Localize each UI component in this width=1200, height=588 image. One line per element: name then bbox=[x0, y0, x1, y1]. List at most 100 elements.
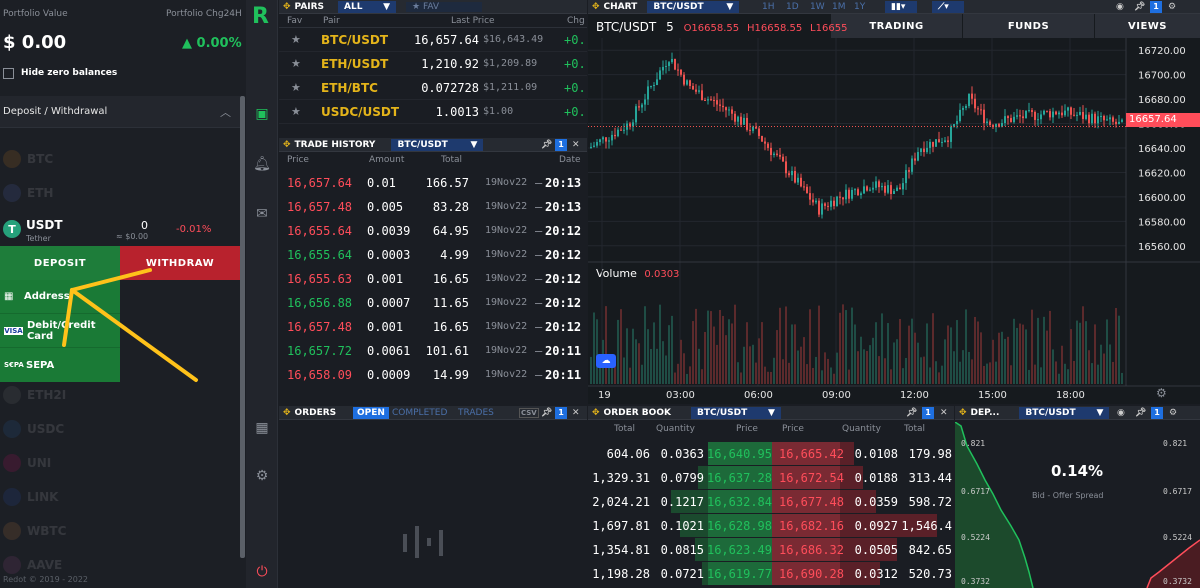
tab-trading[interactable]: TRADING bbox=[831, 14, 962, 38]
order-book-row[interactable]: 2,024.21 0.1217 16,632.84 16,677.48 0.0359 59… bbox=[588, 490, 954, 514]
tab-funds[interactable]: FUNDS bbox=[963, 14, 1094, 38]
pairs-row[interactable]: ★ BTC/USDT 16,657.64 $16,643.49 +0. bbox=[279, 28, 587, 52]
link-group-badge[interactable]: 1 bbox=[555, 406, 567, 419]
volume-bar bbox=[770, 371, 772, 384]
pin-icon[interactable]: 📌︎ bbox=[541, 408, 552, 418]
orders-tab-completed[interactable]: COMPLETED bbox=[392, 408, 447, 418]
gear-icon[interactable]: ⚙ bbox=[252, 466, 272, 486]
order-book-row[interactable]: 1,697.81 0.1021 16,628.98 16,682.16 0.0927 1,… bbox=[588, 514, 954, 538]
pin-icon[interactable]: 📌︎ bbox=[1135, 408, 1146, 418]
candle-body bbox=[920, 148, 922, 153]
order-book-row[interactable]: 1,354.81 0.0815 16,623.49 16,686.32 0.0505 84… bbox=[588, 538, 954, 562]
volume-bar bbox=[629, 367, 631, 384]
chart-settings-icon[interactable]: ⚙ bbox=[1156, 386, 1167, 400]
orders-tab-open[interactable]: OPEN bbox=[353, 406, 389, 419]
pairs-row[interactable]: ★ USDC/USDT 1.0013 $1.00 +0. bbox=[279, 100, 587, 124]
order-book-row[interactable]: 1,198.28 0.0721 16,619.77 16,690.28 0.0312 52… bbox=[588, 562, 954, 586]
pairs-fav-tab[interactable]: ★ FAV bbox=[406, 1, 483, 12]
settings-icon[interactable]: ⚙ bbox=[1168, 2, 1176, 12]
wallet-icon[interactable]: ▣ bbox=[252, 104, 272, 124]
pairs-row[interactable]: ★ ETH/BTC 0.072728 $1,211.09 +0. bbox=[279, 76, 587, 100]
close-icon[interactable]: ✕ bbox=[572, 140, 580, 150]
camera-icon[interactable]: ◉ bbox=[1117, 408, 1125, 418]
link-group-badge[interactable]: 1 bbox=[1150, 0, 1162, 13]
candle-body bbox=[971, 93, 973, 99]
interval-1y[interactable]: 1Y bbox=[854, 2, 865, 12]
logout-icon[interactable]: ⏻ bbox=[252, 562, 272, 582]
candle-body bbox=[803, 186, 805, 188]
dashboard-icon[interactable]: ▦ bbox=[252, 418, 272, 438]
star-icon[interactable]: ★ bbox=[291, 33, 301, 46]
candle-body bbox=[965, 105, 967, 108]
order-book-pair-select[interactable]: BTC/USDT ▼ bbox=[690, 406, 781, 419]
volume-bar bbox=[698, 348, 700, 384]
chart-pair-select[interactable]: BTC/USDT ▼ bbox=[647, 0, 740, 13]
trade-pair-select[interactable]: BTC/USDT ▼ bbox=[391, 138, 484, 151]
time-tick-label: 06:00 bbox=[744, 390, 773, 401]
candle-body bbox=[716, 100, 718, 105]
candle-body bbox=[911, 158, 913, 172]
trade-price: 16,657.72 bbox=[287, 344, 353, 358]
loading-icon bbox=[403, 526, 443, 558]
pairs-row[interactable]: ★ ETH/USDT 1,210.92 $1,209.89 +0. bbox=[279, 52, 587, 76]
star-icon[interactable]: ★ bbox=[291, 105, 301, 118]
interval-1d[interactable]: 1D bbox=[786, 2, 799, 12]
link-group-badge[interactable]: 1 bbox=[922, 406, 934, 419]
volume-bar bbox=[1037, 317, 1039, 384]
volume-bar bbox=[1034, 364, 1036, 384]
star-icon[interactable]: ★ bbox=[291, 81, 301, 94]
interval-1h[interactable]: 1H bbox=[762, 2, 775, 12]
bell-icon[interactable]: 🔔︎ bbox=[252, 154, 272, 174]
candle-type-select[interactable]: ▮▮▾ bbox=[885, 0, 917, 13]
volume-bar bbox=[767, 371, 769, 384]
drag-handle-icon[interactable]: ✥ bbox=[283, 140, 291, 150]
trade-history-header: Price Amount Total Date bbox=[279, 155, 587, 169]
close-icon[interactable]: ✕ bbox=[940, 408, 948, 418]
mail-icon[interactable]: ✉ bbox=[252, 204, 272, 224]
tradingview-logo-icon[interactable]: ☁ bbox=[596, 354, 616, 368]
bid-total: 1,697.81 bbox=[592, 519, 650, 533]
order-book-row[interactable]: 604.06 0.0363 16,640.95 16,665.42 0.0108 179.… bbox=[588, 442, 954, 466]
drag-handle-icon[interactable]: ✥ bbox=[959, 408, 967, 418]
chart-title: CHART bbox=[603, 1, 638, 12]
volume-bar bbox=[713, 326, 715, 384]
candle-body bbox=[755, 126, 757, 129]
link-group-badge[interactable]: 1 bbox=[1151, 406, 1163, 419]
close-icon[interactable]: ✕ bbox=[572, 408, 580, 418]
logo-icon[interactable]: R bbox=[252, 4, 272, 29]
time-tick-label: 19 bbox=[598, 390, 611, 401]
drag-handle-icon[interactable]: ✥ bbox=[283, 408, 291, 418]
volume-bar bbox=[1088, 350, 1090, 384]
csv-export-button[interactable]: CSV bbox=[519, 407, 539, 418]
settings-icon[interactable]: ⚙ bbox=[1169, 408, 1177, 418]
ask-total: 842.65 bbox=[908, 543, 952, 557]
drag-handle-icon[interactable]: ✥ bbox=[592, 408, 600, 418]
link-group-badge[interactable]: 1 bbox=[555, 138, 567, 151]
interval-1w[interactable]: 1W bbox=[810, 2, 825, 12]
candle-body bbox=[887, 185, 889, 193]
candle-body bbox=[620, 129, 622, 131]
star-icon[interactable]: ★ bbox=[291, 57, 301, 70]
volume-bar bbox=[878, 356, 880, 384]
orders-tab-trades[interactable]: TRADES bbox=[458, 408, 494, 418]
pin-icon[interactable]: 📌︎ bbox=[541, 140, 552, 150]
volume-bar bbox=[1100, 344, 1102, 384]
drag-handle-icon[interactable]: ✥ bbox=[283, 2, 291, 12]
pairs-filter-select[interactable]: ALL ▼ bbox=[338, 0, 397, 13]
price-chart[interactable]: 16720.0016700.0016680.0016660.0016640.00… bbox=[588, 38, 1200, 404]
volume-bar bbox=[755, 362, 757, 384]
indicator-select[interactable]: ⟋▾ bbox=[932, 0, 964, 13]
camera-icon[interactable]: ◉ bbox=[1116, 2, 1124, 12]
drag-handle-icon[interactable]: ✥ bbox=[592, 2, 600, 12]
order-book-row[interactable]: 1,329.31 0.0799 16,637.28 16,672.54 0.0188 31… bbox=[588, 466, 954, 490]
candle-body bbox=[866, 186, 868, 191]
candle-body bbox=[1043, 110, 1045, 115]
candle-body bbox=[593, 145, 595, 147]
tab-views[interactable]: VIEWS bbox=[1095, 14, 1200, 38]
volume-bar bbox=[779, 307, 781, 384]
pin-icon[interactable]: 📌︎ bbox=[906, 408, 917, 418]
depth-pair-select[interactable]: BTC/USDT ▼ bbox=[1019, 406, 1110, 419]
volume-bar bbox=[893, 342, 895, 384]
interval-1m[interactable]: 1M bbox=[832, 2, 846, 12]
pin-icon[interactable]: 📌︎ bbox=[1134, 2, 1145, 12]
